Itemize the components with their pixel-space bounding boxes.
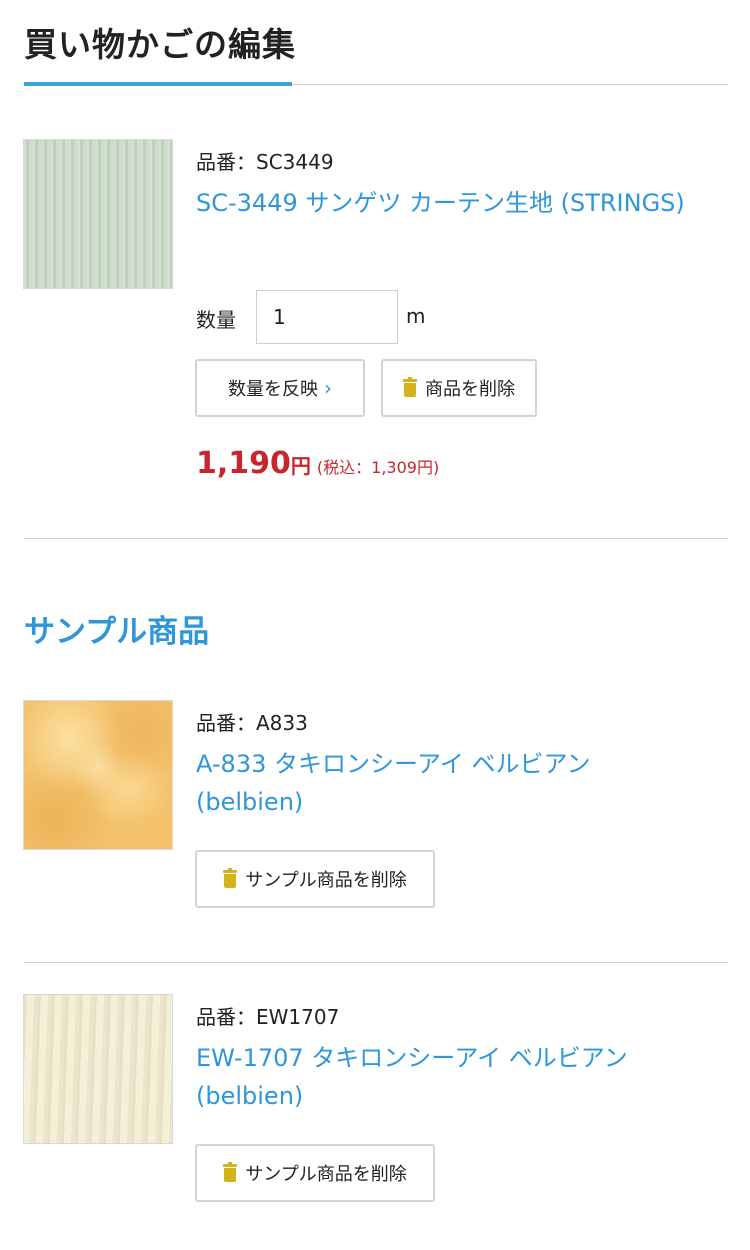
sample-item-name-line2: (belbien) <box>196 788 304 816</box>
delete-item-label: 商品を削除 <box>425 379 515 400</box>
cart-item-name-link[interactable]: SC-3449 サンゲツ カーテン生地 (STRINGS) <box>196 184 726 222</box>
trash-icon <box>223 868 238 888</box>
item-divider <box>24 962 728 963</box>
sample-item-name-link[interactable]: EW-1707 タキロンシーアイ ベルビアン (belbien) <box>196 1039 726 1115</box>
page-title: 買い物かごの編集 <box>24 25 296 64</box>
item-price: 1,190円 (税込：1,309円) <box>196 446 439 481</box>
sample-item-name-line2: (belbien) <box>196 1082 304 1110</box>
update-quantity-button[interactable]: 数量を反映 › <box>195 359 365 417</box>
section-divider <box>24 538 728 539</box>
quantity-label: 数量 <box>196 308 236 332</box>
delete-sample-button[interactable]: サンプル商品を削除 <box>195 1144 435 1202</box>
price-amount: 1,190 <box>196 446 291 481</box>
quantity-input[interactable] <box>256 290 398 344</box>
delete-item-button[interactable]: 商品を削除 <box>381 359 537 417</box>
sample-item-thumbnail[interactable] <box>23 994 173 1144</box>
update-quantity-label: 数量を反映 <box>228 379 318 400</box>
sample-item-code: 品番：A833 <box>196 711 308 735</box>
sample-item-name-link[interactable]: A-833 タキロンシーアイ ベルビアン (belbien) <box>196 745 726 821</box>
delete-sample-label: サンプル商品を削除 <box>245 870 407 891</box>
samples-section-title: サンプル商品 <box>24 614 210 650</box>
price-tax-included: (税込：1,309円) <box>316 458 440 477</box>
sample-item-code: 品番：EW1707 <box>196 1005 340 1029</box>
quantity-unit: m <box>406 304 426 328</box>
trash-icon <box>223 1162 238 1182</box>
price-unit: 円 <box>290 454 311 478</box>
cart-item-code: 品番：SC3449 <box>196 150 334 174</box>
cart-item-thumbnail[interactable] <box>23 139 173 289</box>
sample-item-thumbnail[interactable] <box>23 700 173 850</box>
chevron-right-icon: › <box>324 376 332 400</box>
trash-icon <box>403 377 417 397</box>
sample-item-name-line1: EW-1707 タキロンシーアイ ベルビアン <box>196 1044 628 1072</box>
title-accent-bar <box>24 82 292 86</box>
delete-sample-button[interactable]: サンプル商品を削除 <box>195 850 435 908</box>
sample-item-name-line1: A-833 タキロンシーアイ ベルビアン <box>196 750 591 778</box>
delete-sample-label: サンプル商品を削除 <box>245 1164 407 1185</box>
